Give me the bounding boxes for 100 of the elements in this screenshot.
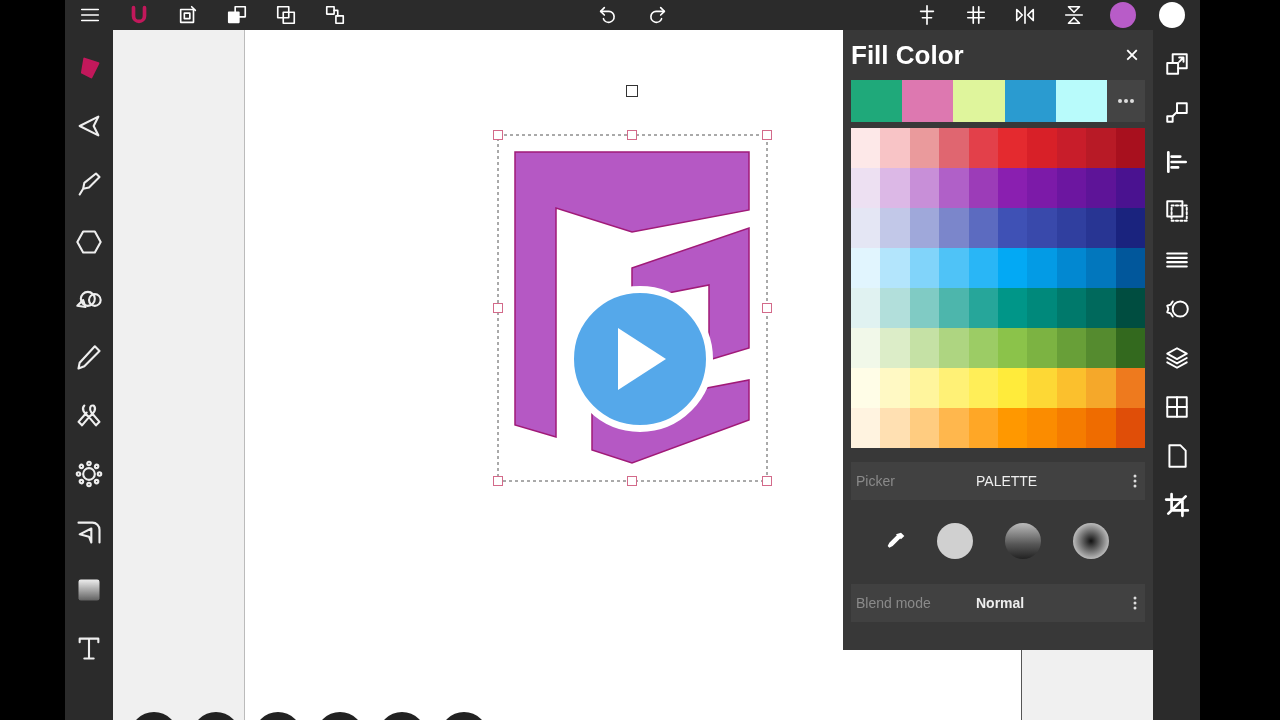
palette-swatch[interactable]	[880, 288, 910, 328]
palette-swatch[interactable]	[909, 328, 940, 368]
palette-swatch[interactable]	[880, 248, 910, 288]
palette-swatch[interactable]	[968, 368, 999, 408]
palette-swatch[interactable]	[998, 248, 1028, 288]
palette-swatch[interactable]	[939, 328, 969, 368]
palette-swatch[interactable]	[998, 128, 1028, 168]
palette-swatch[interactable]	[909, 168, 940, 208]
close-button[interactable]: ×	[1119, 43, 1145, 67]
palette-swatch[interactable]	[1086, 208, 1116, 248]
palette-swatch[interactable]	[968, 248, 999, 288]
resize-handle[interactable]	[762, 130, 772, 140]
picker-row[interactable]: Picker PALETTE	[851, 462, 1145, 500]
resize-handle[interactable]	[627, 476, 637, 486]
palette-swatch[interactable]	[939, 408, 969, 448]
linear-gradient-button[interactable]	[1004, 522, 1042, 560]
palette-swatch[interactable]	[1115, 368, 1146, 408]
palette-swatch[interactable]	[1115, 328, 1146, 368]
resize-handle[interactable]	[493, 130, 503, 140]
palette-swatch[interactable]	[851, 208, 881, 248]
palette-swatch[interactable]	[1086, 128, 1116, 168]
palette-swatch[interactable]	[909, 368, 940, 408]
palette-swatch[interactable]	[1086, 328, 1116, 368]
palette-swatch[interactable]	[1027, 248, 1057, 288]
recent-color-swatch[interactable]	[902, 80, 954, 122]
palette-swatch[interactable]	[939, 208, 969, 248]
palette-swatch[interactable]	[880, 368, 910, 408]
palette-swatch[interactable]	[1115, 248, 1146, 288]
recent-color-swatch[interactable]	[1004, 80, 1056, 122]
palette-swatch[interactable]	[880, 328, 910, 368]
palette-swatch[interactable]	[851, 408, 881, 448]
palette-swatch[interactable]	[1056, 368, 1087, 408]
palette-swatch[interactable]	[968, 328, 999, 368]
palette-swatch[interactable]	[1027, 168, 1057, 208]
palette-swatch[interactable]	[909, 288, 940, 328]
palette-swatch[interactable]	[880, 128, 910, 168]
palette-swatch[interactable]	[1027, 288, 1057, 328]
palette-swatch[interactable]	[1027, 328, 1057, 368]
palette-swatch[interactable]	[968, 128, 999, 168]
solid-fill-button[interactable]	[936, 522, 974, 560]
palette-swatch[interactable]	[998, 408, 1028, 448]
palette-swatch[interactable]	[880, 408, 910, 448]
resize-handle[interactable]	[493, 303, 503, 313]
palette-swatch[interactable]	[998, 288, 1028, 328]
palette-swatch[interactable]	[968, 208, 999, 248]
palette-swatch[interactable]	[939, 368, 969, 408]
palette-swatch[interactable]	[1027, 408, 1057, 448]
palette-swatch[interactable]	[909, 208, 940, 248]
palette-swatch[interactable]	[1086, 248, 1116, 288]
resize-handle[interactable]	[493, 476, 503, 486]
palette-swatch[interactable]	[998, 368, 1028, 408]
palette-swatch[interactable]	[909, 248, 940, 288]
blend-mode-row[interactable]: Blend mode Normal	[851, 584, 1145, 622]
palette-swatch[interactable]	[998, 328, 1028, 368]
palette-swatch[interactable]	[1027, 208, 1057, 248]
palette-swatch[interactable]	[1056, 328, 1087, 368]
palette-swatch[interactable]	[939, 128, 969, 168]
palette-swatch[interactable]	[851, 128, 881, 168]
palette-swatch[interactable]	[909, 128, 940, 168]
palette-swatch[interactable]	[880, 168, 910, 208]
palette-swatch[interactable]	[998, 168, 1028, 208]
palette-swatch[interactable]	[851, 248, 881, 288]
more-button[interactable]	[1107, 80, 1145, 122]
palette-swatch[interactable]	[939, 288, 969, 328]
resize-handle[interactable]	[762, 303, 772, 313]
recent-color-swatch[interactable]	[851, 80, 903, 122]
palette-swatch[interactable]	[1056, 208, 1087, 248]
palette-swatch[interactable]	[1086, 168, 1116, 208]
palette-swatch[interactable]	[1115, 128, 1146, 168]
palette-swatch[interactable]	[1115, 168, 1146, 208]
palette-swatch[interactable]	[1056, 248, 1087, 288]
palette-swatch[interactable]	[939, 168, 969, 208]
palette-swatch[interactable]	[880, 208, 910, 248]
palette-swatch[interactable]	[1056, 408, 1087, 448]
palette-swatch[interactable]	[1115, 208, 1146, 248]
rotate-handle[interactable]	[626, 85, 638, 97]
radial-gradient-button[interactable]	[1072, 522, 1110, 560]
palette-swatch[interactable]	[968, 408, 999, 448]
palette-swatch[interactable]	[851, 368, 881, 408]
palette-swatch[interactable]	[1086, 288, 1116, 328]
palette-swatch[interactable]	[909, 408, 940, 448]
recent-color-swatch[interactable]	[1055, 80, 1107, 122]
palette-swatch[interactable]	[1027, 128, 1057, 168]
palette-swatch[interactable]	[1086, 408, 1116, 448]
recent-color-swatch[interactable]	[953, 80, 1005, 122]
palette-swatch[interactable]	[1115, 408, 1146, 448]
palette-swatch[interactable]	[851, 328, 881, 368]
palette-swatch[interactable]	[968, 288, 999, 328]
palette-swatch[interactable]	[851, 168, 881, 208]
palette-swatch[interactable]	[1056, 128, 1087, 168]
palette-swatch[interactable]	[1056, 168, 1087, 208]
resize-handle[interactable]	[762, 476, 772, 486]
palette-swatch[interactable]	[998, 208, 1028, 248]
palette-swatch[interactable]	[851, 288, 881, 328]
palette-swatch[interactable]	[939, 248, 969, 288]
eyedropper-button[interactable]	[886, 531, 906, 551]
palette-swatch[interactable]	[1115, 288, 1146, 328]
palette-swatch[interactable]	[1027, 368, 1057, 408]
resize-handle[interactable]	[627, 130, 637, 140]
palette-swatch[interactable]	[1056, 288, 1087, 328]
